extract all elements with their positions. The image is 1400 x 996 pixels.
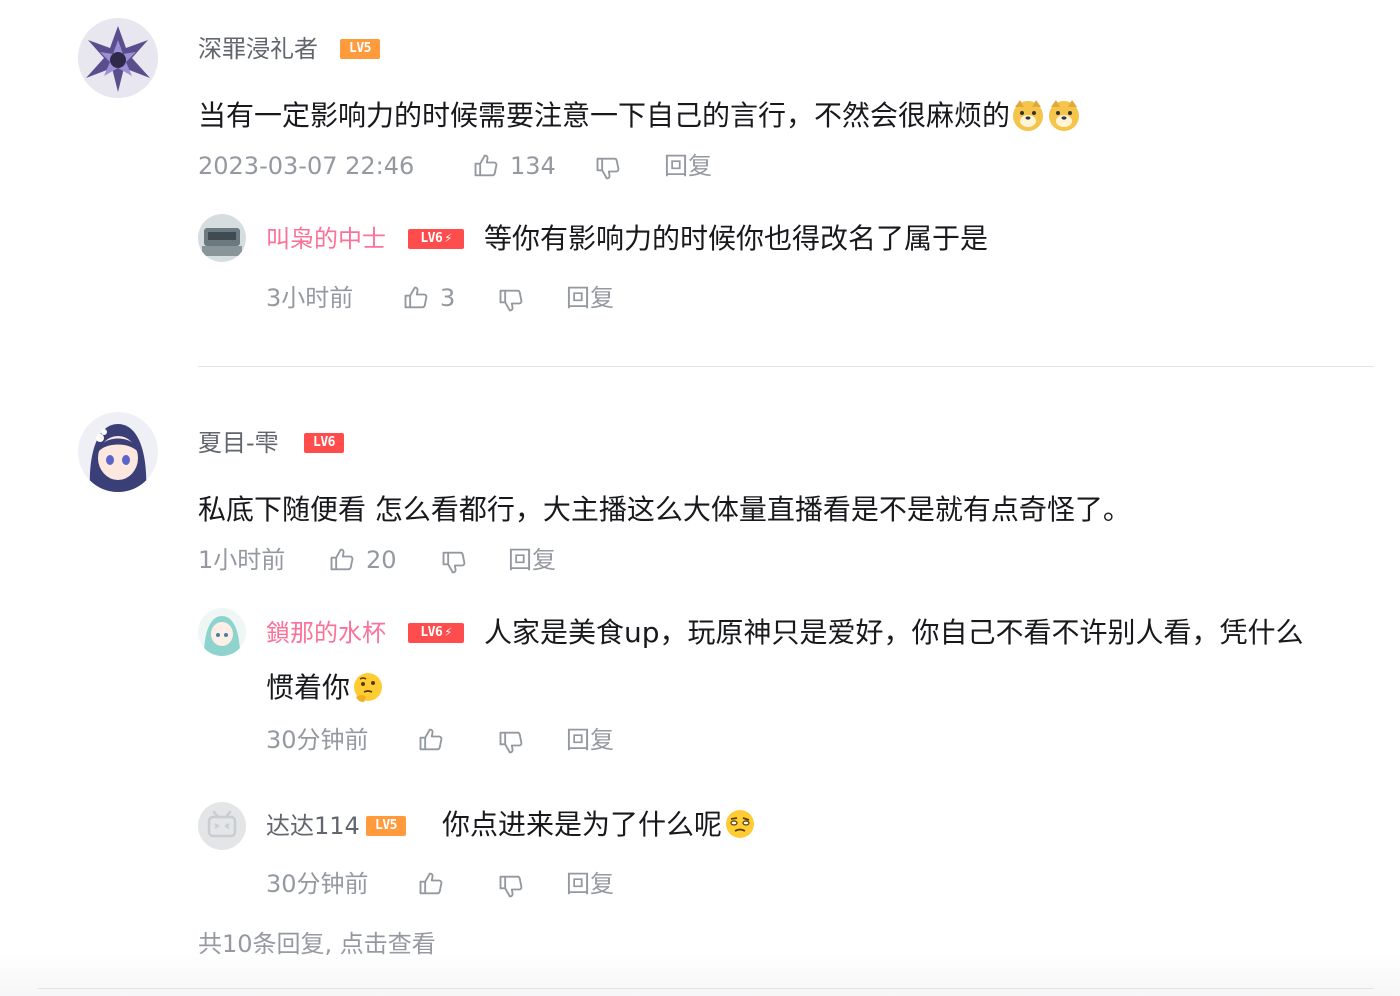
level-badge: LV5 bbox=[340, 39, 380, 59]
level-badge: LV6 ⚡ bbox=[408, 623, 464, 643]
avatar[interactable] bbox=[78, 412, 158, 492]
dislike-button[interactable] bbox=[497, 871, 525, 901]
like-button[interactable]: 134 bbox=[472, 151, 556, 181]
like-count: 3 bbox=[440, 284, 456, 312]
username[interactable]: 深罪浸礼者 bbox=[198, 34, 318, 64]
reply-button[interactable]: 回复 bbox=[664, 151, 712, 181]
level-badge: LV6 ⚡ bbox=[408, 229, 464, 249]
dislike-button[interactable] bbox=[497, 727, 525, 757]
like-button[interactable]: 20 bbox=[328, 545, 397, 575]
comment-text: 私底下随便看 怎么看都行，大主播这么大体量直播看是不是就有点奇怪了。 bbox=[198, 493, 1131, 526]
bottom-fade bbox=[0, 950, 1400, 996]
comment-divider bbox=[198, 366, 1374, 367]
avatar[interactable] bbox=[198, 214, 246, 262]
reply-button[interactable]: 回复 bbox=[566, 869, 614, 899]
username[interactable]: 鎖那的水杯 bbox=[266, 618, 386, 648]
reply-button[interactable]: 回复 bbox=[566, 283, 614, 313]
like-button[interactable]: 3 bbox=[402, 283, 455, 313]
reply-text-line1: 人家是美食up，玩原神只是爱好，你自己不看不许别人看，凭什么 bbox=[484, 616, 1304, 649]
thumbs-up-icon bbox=[330, 548, 354, 571]
like-button[interactable] bbox=[417, 725, 445, 755]
like-button[interactable] bbox=[417, 869, 445, 899]
thumbs-up-icon bbox=[474, 154, 498, 177]
reply-time: 30分钟前 bbox=[266, 726, 369, 754]
thumbs-down-icon bbox=[596, 157, 620, 180]
reply-text: 等你有影响力的时候你也得改名了属于是 bbox=[484, 222, 989, 255]
lightning-icon: ⚡ bbox=[444, 625, 452, 640]
doge-icon bbox=[1046, 96, 1082, 132]
level-badge: LV6 bbox=[304, 433, 344, 453]
dislike-button[interactable] bbox=[440, 547, 468, 577]
dislike-button[interactable] bbox=[497, 285, 525, 315]
avatar[interactable] bbox=[78, 18, 158, 98]
reply-text: 你点进来是为了什么呢 bbox=[442, 797, 758, 853]
avatar[interactable] bbox=[198, 802, 246, 850]
avatar[interactable] bbox=[198, 608, 246, 656]
reply-button[interactable]: 回复 bbox=[508, 545, 556, 575]
like-count: 134 bbox=[510, 152, 556, 180]
thumbs-down-icon bbox=[442, 551, 466, 574]
doge-icon bbox=[1010, 96, 1046, 132]
level-badge: LV5 bbox=[366, 816, 406, 836]
thumbs-up-icon bbox=[419, 728, 443, 751]
username[interactable]: 夏目-雫 bbox=[198, 428, 279, 458]
bottom-divider bbox=[38, 988, 1374, 989]
thumbs-down-icon bbox=[499, 731, 523, 754]
username[interactable]: 达达114 bbox=[266, 811, 360, 841]
reply-text-line2: 惯着你 bbox=[266, 660, 386, 716]
dislike-button[interactable] bbox=[594, 153, 622, 183]
username[interactable]: 叫枭的中士 bbox=[266, 224, 386, 254]
lightning-icon: ⚡ bbox=[444, 231, 452, 246]
reply-time: 30分钟前 bbox=[266, 870, 369, 898]
comment-text: 当有一定影响力的时候需要注意一下自己的言行，不然会很麻烦的 bbox=[198, 88, 1082, 144]
thumbs-down-icon bbox=[499, 289, 523, 312]
like-count: 20 bbox=[366, 546, 397, 574]
thumbs-up-icon bbox=[404, 286, 428, 309]
comment-time: 2023-03-07 22:46 bbox=[198, 152, 415, 180]
thinking-face-icon bbox=[350, 668, 386, 704]
reply-time: 3小时前 bbox=[266, 284, 354, 312]
thumbs-down-icon bbox=[499, 875, 523, 898]
thumbs-up-icon bbox=[419, 872, 443, 895]
comment-time: 1小时前 bbox=[198, 546, 286, 574]
reply-button[interactable]: 回复 bbox=[566, 725, 614, 755]
doubt-face-icon bbox=[722, 805, 758, 841]
